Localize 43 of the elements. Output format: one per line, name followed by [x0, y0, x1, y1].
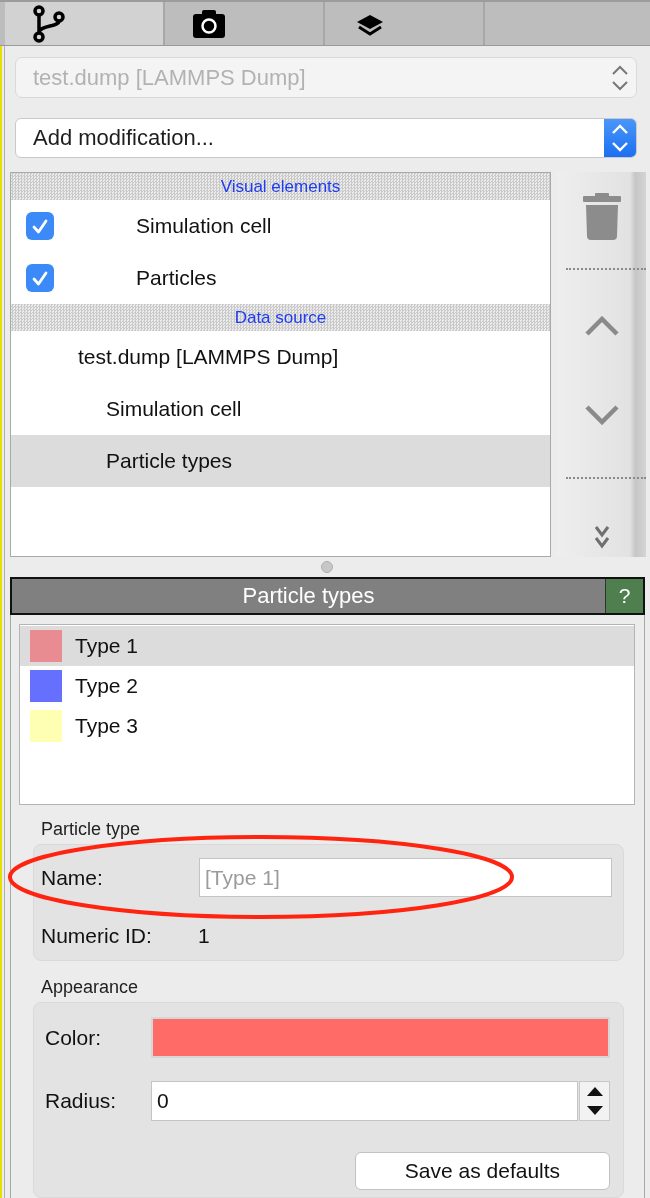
radius-field[interactable]: 0: [151, 1081, 578, 1121]
trash-icon: [582, 192, 621, 240]
type-name: Type 1: [75, 634, 139, 658]
modification-selector[interactable]: Add modification...: [15, 118, 637, 158]
chevron-up-icon: [584, 316, 619, 336]
triangle-down-icon: [586, 1106, 603, 1115]
checkmark-icon: [32, 218, 48, 234]
group-title: Particle type: [41, 819, 141, 839]
field-label: Color:: [45, 1025, 103, 1050]
field-value: 1: [198, 924, 210, 948]
field-label: Radius:: [45, 1089, 118, 1113]
double-chevron-down-icon: [594, 525, 609, 549]
up-down-arrows-icon: [604, 119, 636, 157]
branch-icon: [33, 4, 65, 43]
checkbox[interactable]: [26, 212, 54, 240]
color-picker-button[interactable]: [151, 1017, 610, 1058]
layers-icon: [357, 14, 383, 37]
up-down-chevron-icon: [611, 63, 629, 92]
item-label: Particles: [136, 266, 217, 290]
camera-icon: [193, 9, 225, 38]
chevron-down-icon: [584, 405, 619, 425]
type-name: Type 3: [75, 714, 139, 738]
type-list-item[interactable]: Type 1: [20, 626, 634, 666]
splitter-handle[interactable]: [321, 561, 333, 573]
item-label: Simulation cell: [136, 214, 272, 238]
group-title: Appearance: [41, 977, 139, 997]
pipeline-item[interactable]: Particle types: [11, 435, 550, 487]
tab[interactable]: [5, 2, 165, 45]
save-defaults-button[interactable]: Save as defaults: [355, 1152, 610, 1190]
item-label: Simulation cell: [106, 397, 242, 421]
item-label: Particle types: [106, 449, 233, 473]
field-label: Numeric ID:: [41, 924, 153, 948]
panel-title: Particle types: [241, 582, 376, 610]
help-button[interactable]: ?: [605, 579, 643, 613]
type-name: Type 2: [75, 674, 139, 698]
field-label: Name:: [41, 865, 104, 890]
checkbox[interactable]: [26, 264, 54, 292]
section-header: Visual elements: [11, 173, 550, 200]
section-header: Data source: [11, 304, 550, 331]
item-label: test.dump [LAMMPS Dump]: [78, 345, 339, 369]
triangle-up-icon: [586, 1087, 603, 1096]
checkmark-icon: [32, 270, 48, 286]
name-field[interactable]: [Type 1]: [199, 858, 612, 897]
